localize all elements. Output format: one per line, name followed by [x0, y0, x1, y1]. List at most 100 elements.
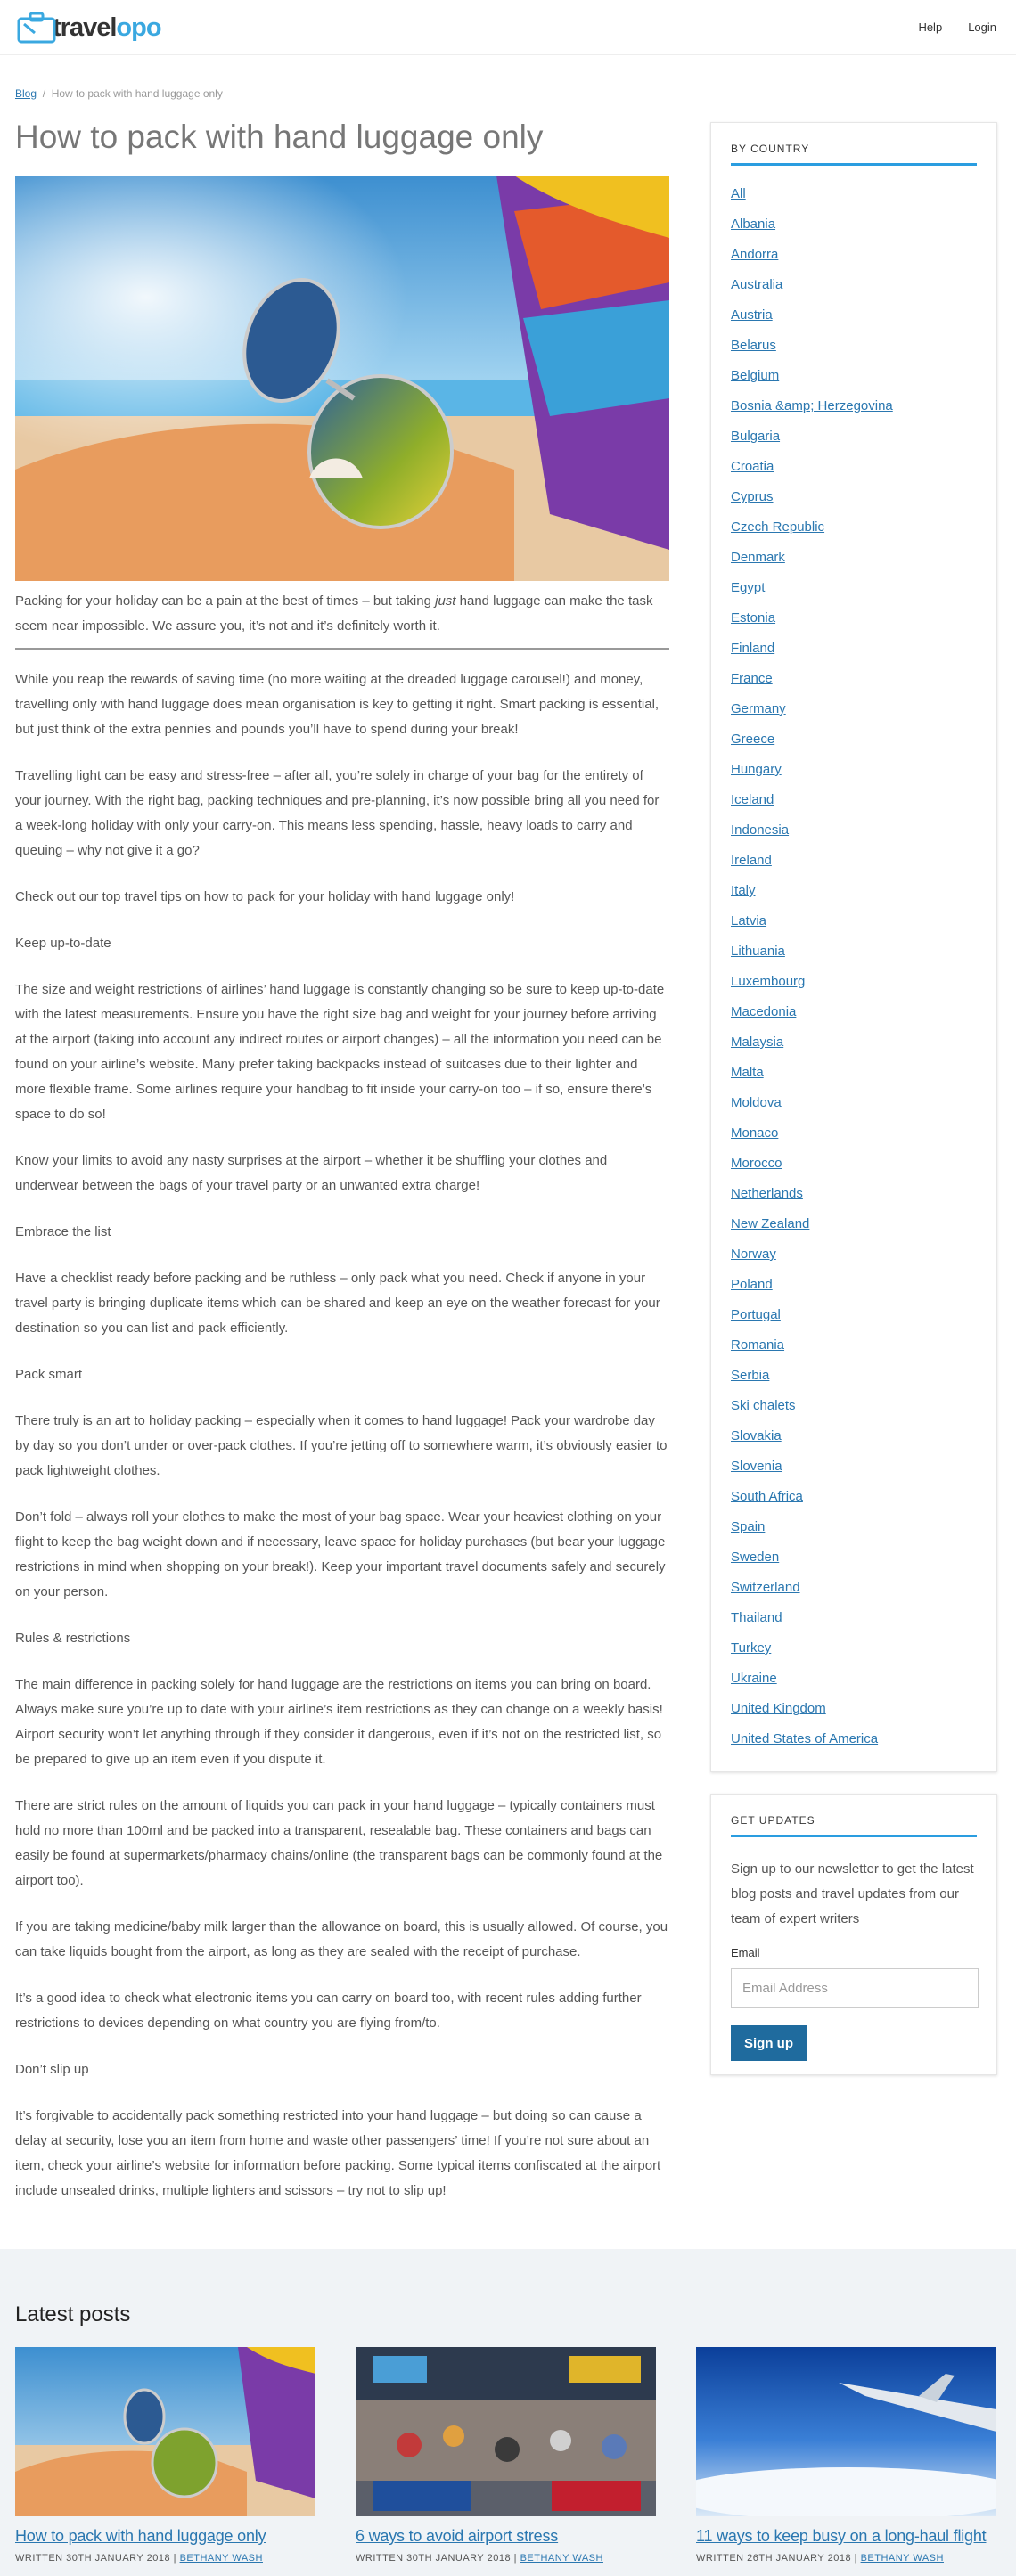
country-link[interactable]: Slovakia	[731, 1428, 977, 1459]
country-link[interactable]: All	[731, 186, 977, 217]
post-meta: WRITTEN 26TH JANUARY 2018 | BETHANY WASH	[696, 2553, 944, 2564]
latest-posts-section: Latest posts How to pack with hand lugga…	[0, 2249, 1016, 2576]
country-link[interactable]: Malaysia	[731, 1034, 977, 1065]
country-link[interactable]: Iceland	[731, 792, 977, 822]
country-list: All Albania Andorra Australia Austria Belarus…	[731, 186, 977, 1762]
newsletter-description: Sign up to our newsletter to get the lat…	[731, 1861, 974, 1926]
country-link[interactable]: Sweden	[731, 1550, 977, 1580]
country-link[interactable]: Serbia	[731, 1368, 977, 1398]
post-thumbnail[interactable]	[15, 2347, 315, 2516]
country-link[interactable]: United States of America	[731, 1731, 977, 1762]
country-link[interactable]: Austria	[731, 307, 977, 338]
newsletter-heading: GET UPDATES	[731, 1814, 977, 1837]
country-link[interactable]: Bulgaria	[731, 429, 977, 459]
country-link[interactable]: Romania	[731, 1337, 977, 1368]
country-link[interactable]: Italy	[731, 883, 977, 913]
country-link[interactable]: Malta	[731, 1065, 977, 1095]
breadcrumb: Blog / How to pack with hand luggage onl…	[15, 87, 223, 100]
country-link[interactable]: New Zealand	[731, 1216, 977, 1247]
country-link[interactable]: Monaco	[731, 1125, 977, 1156]
article-paragraph: It’s forgivable to accidentally pack som…	[15, 2108, 661, 2198]
site-logo[interactable]: travelopo	[15, 12, 162, 44]
country-link[interactable]: Ireland	[731, 853, 977, 883]
article-paragraph: Have a checklist ready before packing an…	[15, 1271, 660, 1336]
article-paragraph: The main difference in packing solely fo…	[15, 1677, 663, 1767]
latest-posts-heading: Latest posts	[15, 2302, 131, 2327]
country-link[interactable]: Moldova	[731, 1095, 977, 1125]
post-author-link[interactable]: BETHANY WASH	[520, 2553, 603, 2564]
post-thumbnail[interactable]	[356, 2347, 656, 2516]
country-link[interactable]: Luxembourg	[731, 974, 977, 1004]
country-link[interactable]: Macedonia	[731, 1004, 977, 1034]
country-link[interactable]: Belgium	[731, 368, 977, 398]
country-link[interactable]: United Kingdom	[731, 1701, 977, 1731]
country-link[interactable]: Latvia	[731, 913, 977, 944]
site-header: travelopo Help Login	[0, 0, 1016, 55]
country-link[interactable]: Belarus	[731, 338, 977, 368]
post-title-link[interactable]: How to pack with hand luggage only	[15, 2527, 315, 2546]
country-link[interactable]: Portugal	[731, 1307, 977, 1337]
country-link[interactable]: Spain	[731, 1519, 977, 1550]
post-author-link[interactable]: BETHANY WASH	[861, 2553, 944, 2564]
top-nav: Help Login	[918, 20, 996, 34]
signup-button[interactable]: Sign up	[731, 2025, 807, 2061]
country-link[interactable]: Egypt	[731, 580, 977, 610]
country-link[interactable]: Thailand	[731, 1610, 977, 1640]
country-link[interactable]: Hungary	[731, 762, 977, 792]
article-subheading: Keep up-to-date	[15, 936, 111, 951]
country-link[interactable]: Ski chalets	[731, 1398, 977, 1428]
country-link[interactable]: Ukraine	[731, 1671, 977, 1701]
country-link[interactable]: South Africa	[731, 1489, 977, 1519]
country-link[interactable]: Germany	[731, 701, 977, 732]
breadcrumb-current: How to pack with hand luggage only	[51, 87, 223, 100]
country-link[interactable]: Cyprus	[731, 489, 977, 519]
article-paragraph: Know your limits to avoid any nasty surp…	[15, 1153, 608, 1193]
post-thumbnail[interactable]	[696, 2347, 996, 2516]
email-field[interactable]	[731, 1968, 979, 2008]
hero-image	[15, 176, 669, 581]
breadcrumb-blog-link[interactable]: Blog	[15, 87, 37, 100]
post-card[interactable]: How to pack with hand luggage only WRITT…	[15, 2347, 315, 2564]
post-author-link[interactable]: BETHANY WASH	[180, 2553, 263, 2564]
country-link[interactable]: Netherlands	[731, 1186, 977, 1216]
post-meta: WRITTEN 30TH JANUARY 2018 | BETHANY WASH	[356, 2553, 603, 2564]
country-link[interactable]: Albania	[731, 217, 977, 247]
country-link[interactable]: Switzerland	[731, 1580, 977, 1610]
post-card[interactable]: 6 ways to avoid airport stress WRITTEN 3…	[356, 2347, 656, 2564]
country-link[interactable]: Poland	[731, 1277, 977, 1307]
country-link[interactable]: France	[731, 671, 977, 701]
country-link[interactable]: Lithuania	[731, 944, 977, 974]
country-link[interactable]: Morocco	[731, 1156, 977, 1186]
country-link[interactable]: Turkey	[731, 1640, 977, 1671]
article-paragraph: While you reap the rewards of saving tim…	[15, 672, 660, 737]
post-title-link[interactable]: 11 ways to keep busy on a long-haul flig…	[696, 2527, 996, 2546]
country-link[interactable]: Croatia	[731, 459, 977, 489]
country-link[interactable]: Slovenia	[731, 1459, 977, 1489]
article-body: Packing for your holiday can be a pain a…	[15, 589, 669, 2225]
country-link[interactable]: Denmark	[731, 550, 977, 580]
article-paragraph: If you are taking medicine/baby milk lar…	[15, 1919, 668, 1959]
article-paragraph: There truly is an art to holiday packing…	[15, 1413, 668, 1478]
country-link[interactable]: Andorra	[731, 247, 977, 277]
post-title-link[interactable]: 6 ways to avoid airport stress	[356, 2527, 656, 2546]
article-subheading: Don’t slip up	[15, 2062, 89, 2077]
country-link[interactable]: Greece	[731, 732, 977, 762]
post-card[interactable]: 11 ways to keep busy on a long-haul flig…	[696, 2347, 996, 2564]
country-link[interactable]: Australia	[731, 277, 977, 307]
country-link[interactable]: Norway	[731, 1247, 977, 1277]
country-link[interactable]: Indonesia	[731, 822, 977, 853]
article-subheading: Rules & restrictions	[15, 1631, 131, 1646]
email-label: Email	[731, 1946, 760, 1959]
country-link[interactable]: Czech Republic	[731, 519, 977, 550]
article-subheading: Embrace the list	[15, 1224, 111, 1239]
article-paragraph: The size and weight restrictions of airl…	[15, 982, 665, 1122]
help-link[interactable]: Help	[918, 20, 942, 34]
country-link[interactable]: Finland	[731, 641, 977, 671]
country-link[interactable]: Estonia	[731, 610, 977, 641]
article-intro: Packing for your holiday can be a pain a…	[15, 589, 669, 650]
login-link[interactable]: Login	[968, 20, 996, 34]
breadcrumb-separator: /	[42, 87, 46, 100]
page-title: How to pack with hand luggage only	[15, 119, 544, 155]
country-link[interactable]: Bosnia &amp; Herzegovina	[731, 398, 977, 429]
suitcase-logo-icon	[15, 12, 58, 44]
